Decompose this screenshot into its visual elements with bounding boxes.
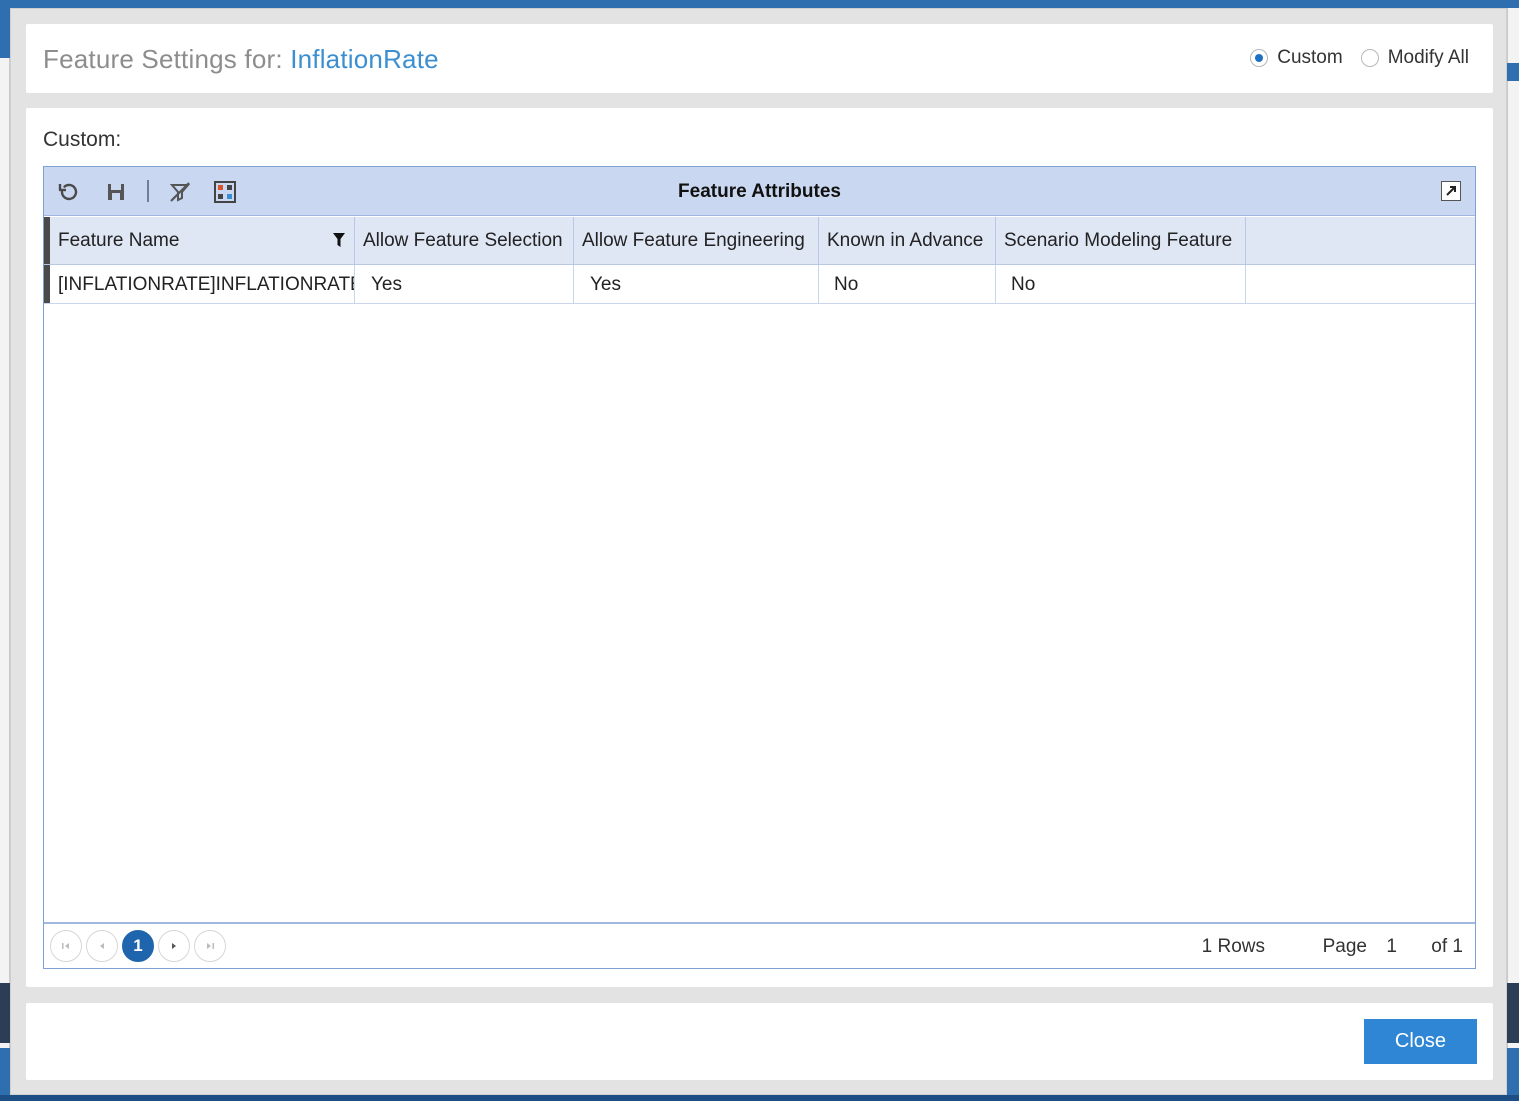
column-header-feature-name[interactable]: Feature Name: [50, 217, 355, 264]
modify-all-radio-button[interactable]: [1360, 49, 1379, 67]
custom-radio-button[interactable]: [1250, 49, 1269, 67]
modify-all-radio-option[interactable]: Modify All: [1360, 47, 1469, 69]
modal-title: Feature Settings for: InflationRate: [43, 44, 439, 75]
grid-title: Feature Attributes: [678, 181, 841, 202]
background-left-panel: [0, 8, 10, 1101]
mode-radio-group: Custom Modify All: [1250, 47, 1469, 69]
column-header-scenario-modeling-feature[interactable]: Scenario Modeling Feature: [996, 217, 1246, 264]
modal-body: Custom: Feature Attributes Feature Name …: [26, 108, 1493, 987]
cell-allow-feature-engineering[interactable]: Yes: [574, 265, 819, 303]
modal-footer: Close: [26, 1003, 1493, 1080]
background-bottom-bar: [0, 1095, 1519, 1101]
page-label: Page: [1322, 936, 1367, 957]
custom-radio-option[interactable]: Custom: [1250, 47, 1343, 69]
last-page-button[interactable]: [194, 930, 226, 962]
grid-pager: 1 1 Rows Page 1 of 1: [44, 922, 1475, 968]
previous-page-button[interactable]: [86, 930, 118, 962]
column-header-allow-feature-engineering[interactable]: Allow Feature Engineering: [574, 217, 819, 264]
table-row[interactable]: [INFLATIONRATE]INFLATIONRATE Yes Yes No …: [44, 265, 1475, 304]
first-page-button[interactable]: [50, 930, 82, 962]
filter-icon[interactable]: [332, 231, 346, 249]
modify-all-radio-label: Modify All: [1387, 47, 1469, 68]
row-count-text: 1 Rows: [1201, 936, 1265, 957]
background-right-panel: [1507, 8, 1519, 1101]
page-total-text: of 1: [1431, 936, 1463, 957]
feature-settings-modal: Feature Settings for: InflationRate Cust…: [10, 8, 1507, 1095]
cell-known-in-advance[interactable]: No: [819, 265, 996, 303]
column-header-known-in-advance[interactable]: Known in Advance: [819, 217, 996, 264]
expand-icon[interactable]: [1441, 181, 1461, 201]
modal-title-prefix: Feature Settings for:: [43, 44, 283, 74]
background-top-bar: [0, 0, 1519, 8]
next-page-button[interactable]: [158, 930, 190, 962]
modal-header: Feature Settings for: InflationRate Cust…: [26, 24, 1493, 93]
cell-scenario-modeling-feature[interactable]: No: [996, 265, 1246, 303]
close-button[interactable]: Close: [1364, 1019, 1477, 1064]
cell-allow-feature-selection[interactable]: Yes: [355, 265, 574, 303]
feature-attributes-grid: Feature Attributes Feature Name Allow Fe…: [43, 166, 1476, 969]
custom-radio-label: Custom: [1277, 47, 1343, 68]
grid-toolbar: Feature Attributes: [44, 167, 1475, 216]
cell-feature-name[interactable]: [INFLATIONRATE]INFLATIONRATE: [50, 265, 355, 303]
column-header-row: Feature Name Allow Feature Selection All…: [44, 217, 1475, 265]
current-page-button[interactable]: 1: [122, 930, 154, 962]
section-label: Custom:: [43, 128, 122, 151]
column-header-allow-feature-selection[interactable]: Allow Feature Selection: [355, 217, 574, 264]
modal-title-feature: InflationRate: [290, 44, 439, 74]
page-number-input[interactable]: 1: [1386, 936, 1397, 958]
